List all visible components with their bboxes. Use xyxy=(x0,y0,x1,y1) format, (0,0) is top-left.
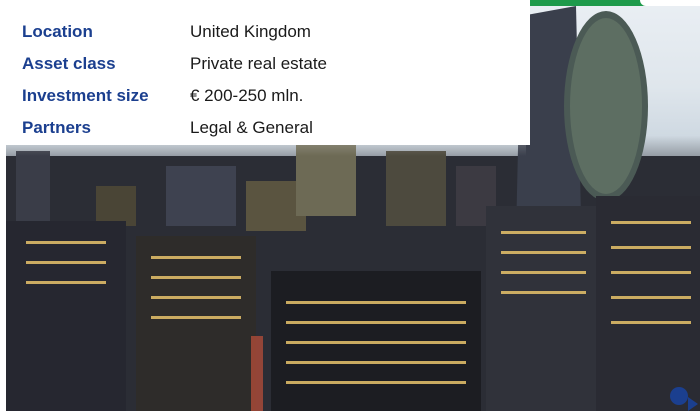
arrow-right-icon xyxy=(688,397,698,411)
project-card: Location United Kingdom Asset class Priv… xyxy=(0,0,700,415)
info-value: United Kingdom xyxy=(190,22,311,41)
arrow-dot-icon xyxy=(670,387,688,405)
info-label: Asset class xyxy=(22,54,116,73)
info-value: Legal & General xyxy=(190,118,313,137)
info-value: € 200-250 mln. xyxy=(190,86,304,105)
info-value: Private real estate xyxy=(190,54,328,73)
project-info-panel: Location United Kingdom Asset class Priv… xyxy=(0,0,530,145)
info-label: Investment size xyxy=(22,86,149,105)
info-label: Partners xyxy=(22,118,91,137)
info-label: Location xyxy=(22,22,93,41)
